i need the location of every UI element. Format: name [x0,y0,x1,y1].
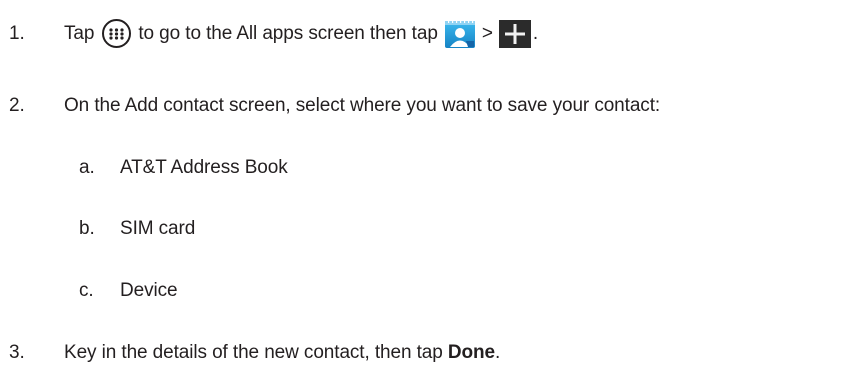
contacts-icon [444,19,475,48]
option-item: a. AT&T Address Book [79,156,288,180]
step-number: 1. [9,22,25,44]
separator: > [481,22,493,44]
apps-icon [102,19,132,48]
instructions-document: 1. Tap to go to the All apps screen then… [0,0,848,379]
step-end-punctuation: . [495,342,501,363]
step-text-part: Tap [64,22,95,44]
step-text: Key in the details of the new contact, t… [64,341,500,365]
option-item: b. SIM card [79,217,195,241]
step-2: 2. On the Add contact screen, select whe… [9,94,660,118]
step-text-part: to go to the All apps screen then tap [138,22,438,44]
step-3: 3. Key in the details of the new contact… [9,341,500,365]
step-text: Tap to go to the All apps screen then ta… [64,19,538,48]
option-label: SIM card [120,218,196,239]
step-number: 3. [9,342,25,363]
option-label: AT&T Address Book [120,157,288,178]
option-item: c. Device [79,279,178,303]
step-1: 1. Tap to go to the All apps screen then… [9,19,538,48]
step-text: On the Add contact screen, select where … [64,95,661,116]
step-text-part: Key in the details of the new contact, t… [64,342,443,363]
option-label: Device [120,280,178,301]
option-letter: a. [79,157,95,178]
option-letter: c. [79,280,94,301]
option-letter: b. [79,218,95,239]
step-end-punctuation: . [532,22,538,44]
done-label: Done [447,342,496,363]
add-icon [498,19,531,48]
step-number: 2. [9,95,25,116]
